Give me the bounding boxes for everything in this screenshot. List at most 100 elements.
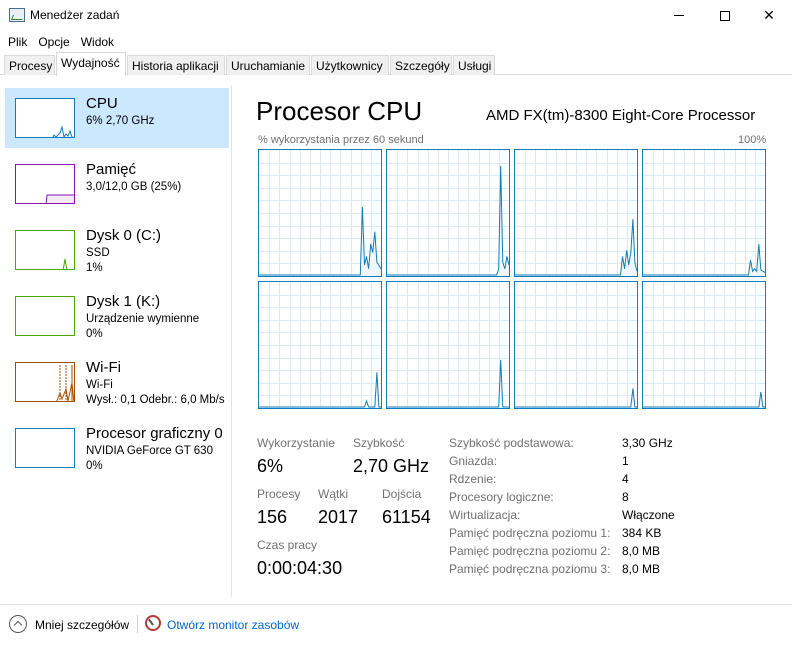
- resource-cpu[interactable]: CPU 6% 2,70 GHz: [5, 88, 229, 148]
- window-title: Menedżer zadań: [30, 8, 120, 22]
- footer: Mniej szczegółów Otwórz monitor zasobów: [0, 604, 792, 649]
- cpu-core-graph: [386, 149, 510, 277]
- spec-label: Procesory logiczne:: [449, 490, 554, 504]
- memory-thumbnail: [15, 164, 75, 204]
- resource-throughput: Wysł.: 0,1 Odebr.: 6,0 Mb/s: [86, 394, 225, 406]
- spec-label: Pamięć podręczna poziomu 3:: [449, 562, 611, 576]
- tab-users[interactable]: Użytkownicy: [311, 55, 389, 75]
- uptime-value: 0:00:04:30: [257, 558, 343, 578]
- tab-bar: Procesy Wydajność Historia aplikacji Uru…: [0, 52, 792, 76]
- cpu-core-graph: [258, 149, 382, 277]
- open-resource-monitor-link[interactable]: Otwórz monitor zasobów: [167, 618, 299, 632]
- cpu-core-graph: [514, 281, 638, 409]
- resource-title: Pamięć: [86, 161, 137, 178]
- cpu-core-graph: [386, 281, 510, 409]
- cpu-core-chart: [515, 150, 637, 276]
- tab-startup[interactable]: Uruchamianie: [226, 55, 310, 75]
- resource-detail: NVIDIA GeForce GT 630: [86, 445, 213, 457]
- cpu-graphs: [258, 149, 766, 411]
- cpu-core-chart: [515, 282, 637, 408]
- resource-usage: 1%: [86, 262, 103, 274]
- processor-name: AMD FX(tm)-8300 Eight-Core Processor: [486, 107, 756, 124]
- processes-label: Procesy: [257, 487, 301, 501]
- menu-options[interactable]: Opcje: [33, 35, 74, 49]
- resource-title: Wi-Fi: [86, 359, 121, 376]
- spec-value: 8: [622, 490, 629, 504]
- resource-memory[interactable]: Pamięć 3,0/12,0 GB (25%): [5, 154, 229, 214]
- task-manager-icon: [9, 8, 25, 22]
- menu-bar: Plik Opcje Widok: [0, 31, 792, 52]
- spec-value: 3,30 GHz: [622, 436, 673, 450]
- cpu-core-chart: [259, 282, 381, 408]
- maximize-icon: [720, 10, 730, 21]
- panel-divider: [231, 85, 232, 597]
- spec-value: Włączone: [622, 508, 675, 522]
- speed-label: Szybkość: [353, 436, 405, 450]
- spec-value: 1: [622, 454, 629, 468]
- processes-value: 156: [257, 507, 288, 527]
- resource-disk-1[interactable]: Dysk 1 (K:) Urządzenie wymienne 0%: [5, 286, 229, 346]
- close-icon: ✕: [763, 7, 775, 23]
- tab-processes[interactable]: Procesy: [4, 55, 55, 75]
- tab-app-history[interactable]: Historia aplikacji: [127, 55, 225, 75]
- resource-list: CPU 6% 2,70 GHz Pamięć 3,0/12,0 GB (25%)…: [0, 85, 231, 597]
- resource-monitor-icon[interactable]: [145, 615, 161, 631]
- spec-value: 4: [622, 472, 629, 486]
- threads-value: 2017: [318, 507, 359, 527]
- close-button[interactable]: ✕: [746, 0, 792, 31]
- cpu-core-chart: [643, 282, 765, 408]
- cpu-core-chart: [643, 150, 765, 276]
- footer-separator: [137, 615, 138, 633]
- spec-value: 8,0 MB: [622, 562, 661, 576]
- menu-view[interactable]: Widok: [76, 35, 119, 49]
- spec-label: Rdzenie:: [449, 472, 497, 486]
- graph-caption: % wykorzystania przez 60 sekund: [258, 134, 424, 146]
- resource-detail: 3,0/12,0 GB (25%): [86, 181, 182, 193]
- resource-title: Dysk 1 (K:): [86, 293, 161, 310]
- resource-disk-0[interactable]: Dysk 0 (C:) SSD 1%: [5, 220, 229, 280]
- tab-services[interactable]: Usługi: [453, 55, 495, 75]
- resource-gpu[interactable]: Procesor graficzny 0 NVIDIA GeForce GT 6…: [5, 418, 229, 478]
- maximize-button[interactable]: [702, 0, 748, 31]
- resource-wifi[interactable]: Wi-Fi Wi-Fi Wysł.: 0,1 Odebr.: 6,0 Mb/s: [5, 352, 229, 412]
- resource-detail: 6% 2,70 GHz: [86, 115, 155, 127]
- tab-details[interactable]: Szczegóły: [390, 55, 452, 75]
- utilization-value: 6%: [257, 456, 284, 476]
- menu-file[interactable]: Plik: [3, 35, 32, 49]
- gpu-thumbnail: [15, 428, 75, 468]
- handles-label: Dojścia: [382, 487, 422, 501]
- threads-label: Wątki: [318, 487, 348, 501]
- uptime-label: Czas pracy: [257, 538, 318, 552]
- fewer-details-button[interactable]: Mniej szczegółów: [35, 618, 129, 632]
- spec-label: Gniazda:: [449, 454, 498, 468]
- wifi-thumbnail: [15, 362, 75, 402]
- spec-label: Szybkość podstawowa:: [449, 436, 574, 450]
- cpu-core-graph: [642, 149, 766, 277]
- cpu-core-chart: [387, 150, 509, 276]
- tab-performance[interactable]: Wydajność: [56, 52, 126, 76]
- resource-detail: SSD: [86, 247, 110, 259]
- disk-0-thumbnail: [15, 230, 75, 270]
- spec-label: Pamięć podręczna poziomu 1:: [449, 526, 611, 540]
- minimize-button[interactable]: [656, 0, 702, 31]
- minimize-icon: [674, 15, 684, 16]
- disk-1-thumbnail: [15, 296, 75, 336]
- cpu-core-chart: [259, 150, 381, 276]
- resource-title: Dysk 0 (C:): [86, 227, 161, 244]
- resource-usage: 0%: [86, 460, 103, 472]
- cpu-core-graph: [642, 281, 766, 409]
- cpu-core-graph: [514, 149, 638, 277]
- spec-value: 8,0 MB: [622, 544, 661, 558]
- cpu-thumbnail: [15, 98, 75, 138]
- resource-title: CPU: [86, 95, 118, 112]
- chevron-up-icon[interactable]: [9, 615, 27, 633]
- resource-detail: Urządzenie wymienne: [86, 313, 200, 325]
- handles-value: 61154: [382, 507, 431, 527]
- spec-label: Pamięć podręczna poziomu 2:: [449, 544, 611, 558]
- resource-title: Procesor graficzny 0: [86, 425, 223, 442]
- title-bar[interactable]: Menedżer zadań ✕: [0, 0, 792, 31]
- spec-value: 384 KB: [622, 526, 662, 540]
- page-title: Procesor CPU: [256, 96, 423, 126]
- spec-label: Wirtualizacja:: [449, 508, 521, 522]
- cpu-core-chart: [387, 282, 509, 408]
